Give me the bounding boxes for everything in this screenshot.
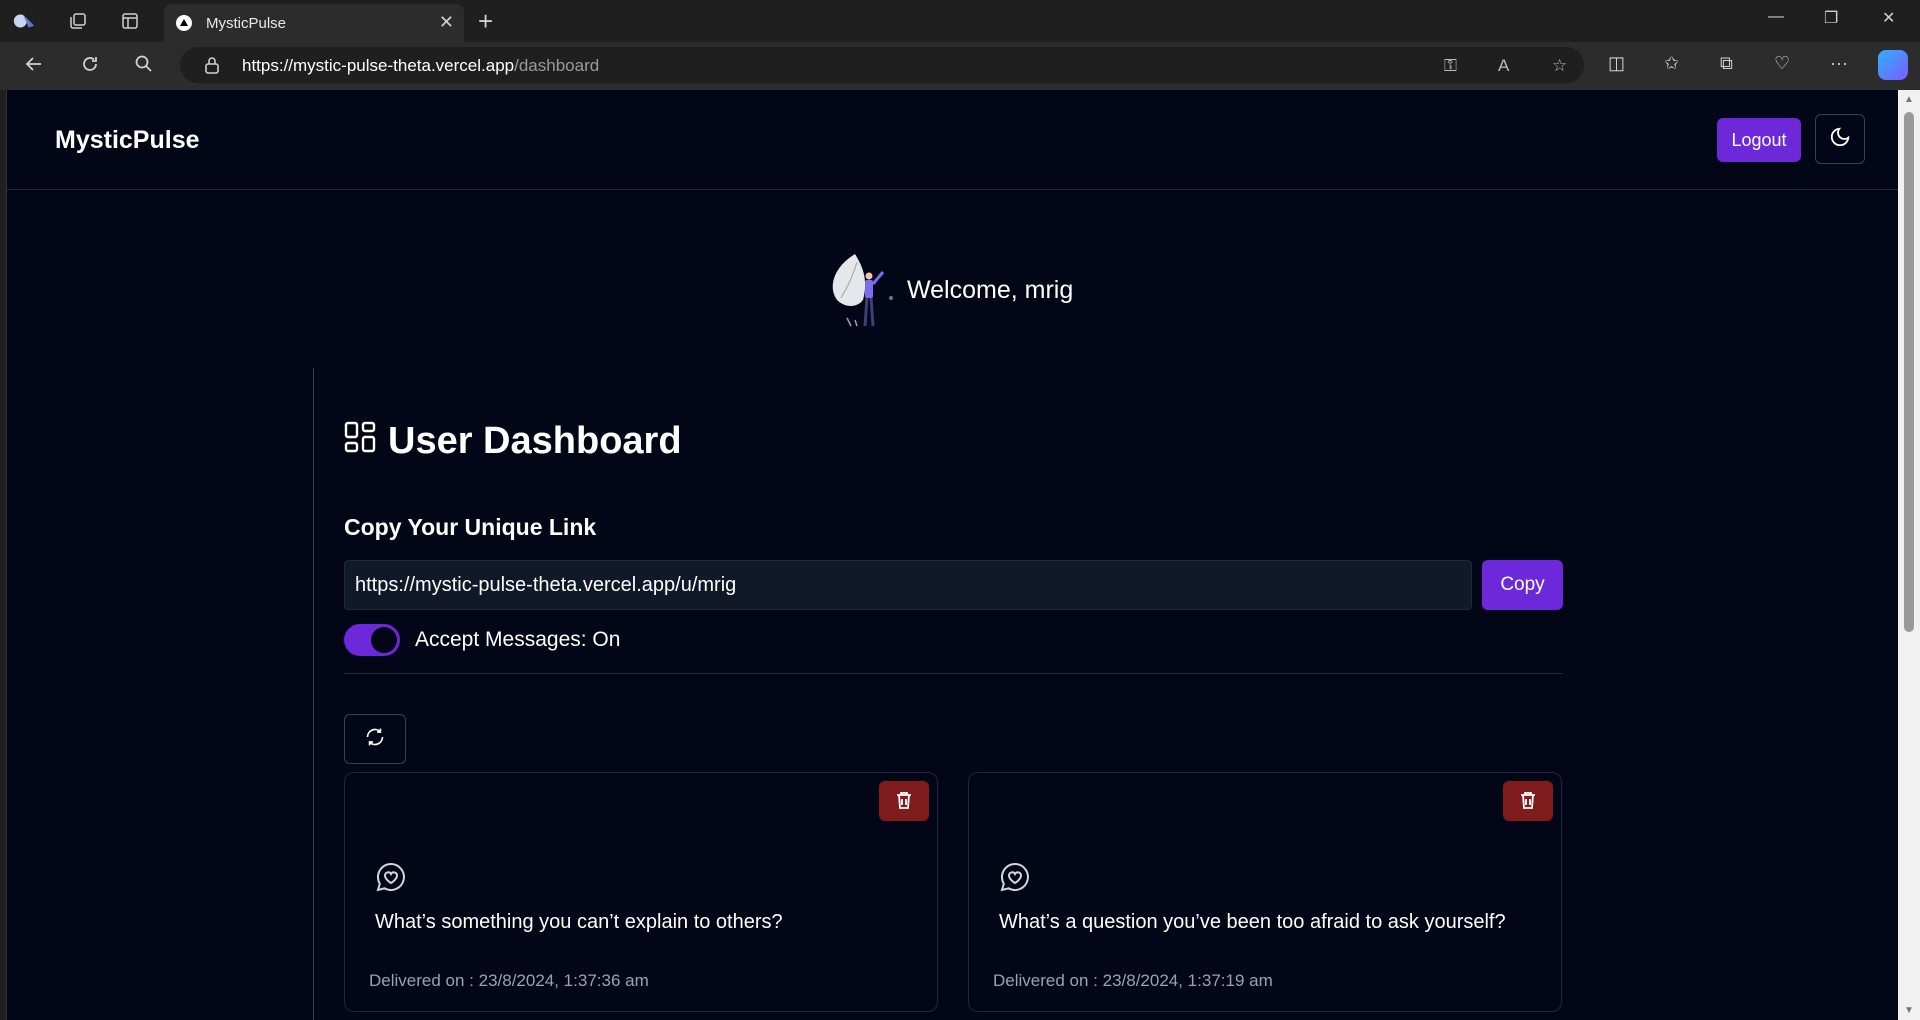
- message-heart-icon: [999, 861, 1031, 898]
- close-window-icon[interactable]: ✕: [1882, 8, 1895, 28]
- message-card: What’s something you can’t explain to ot…: [344, 772, 938, 1012]
- copilot-icon[interactable]: [1878, 50, 1908, 80]
- profile-icon[interactable]: [12, 9, 36, 33]
- logout-button[interactable]: Logout: [1717, 118, 1801, 162]
- accept-messages-switch[interactable]: [344, 624, 400, 656]
- trash-icon: [1519, 790, 1537, 813]
- page-viewport: MysticPulse Logout Welcome, mrig User Da…: [6, 90, 1898, 1020]
- scroll-up-arrow-icon[interactable]: ▲: [1904, 94, 1914, 105]
- delivered-date: Delivered on : 23/8/2024, 1:37:36 am: [369, 971, 649, 990]
- message-text: What’s a question you’ve been too afraid…: [999, 911, 1506, 933]
- brand-logo[interactable]: MysticPulse: [55, 126, 200, 155]
- close-tab-icon[interactable]: ✕: [439, 12, 454, 33]
- lock-icon[interactable]: [204, 56, 220, 78]
- moon-icon: [1829, 126, 1851, 153]
- dashboard-container: User Dashboard Copy Your Unique Link Cop…: [313, 368, 1577, 1020]
- split-screen-icon[interactable]: ◫: [1608, 53, 1625, 74]
- vertical-tabs-icon[interactable]: [118, 9, 142, 33]
- workspaces-icon[interactable]: [66, 9, 90, 33]
- accept-messages-label: Accept Messages: On: [415, 628, 621, 651]
- trash-icon: [895, 790, 913, 813]
- favorites-icon[interactable]: ✩: [1664, 53, 1679, 74]
- delivered-date: Delivered on : 23/8/2024, 1:37:19 am: [993, 971, 1273, 990]
- page-title-text: User Dashboard: [388, 420, 682, 462]
- site-navbar: MysticPulse Logout: [7, 90, 1898, 190]
- browser-tab-bar: MysticPulse ✕ + — ❐ ✕: [0, 0, 1920, 42]
- delete-message-button[interactable]: [879, 781, 929, 821]
- active-tab[interactable]: MysticPulse ✕: [164, 4, 464, 42]
- browser-essentials-icon[interactable]: ♡: [1774, 53, 1790, 74]
- favorite-star-icon[interactable]: ☆: [1552, 56, 1567, 76]
- scroll-down-arrow-icon[interactable]: ▼: [1904, 1005, 1914, 1016]
- message-heart-icon: [375, 861, 407, 898]
- switch-knob: [371, 627, 397, 653]
- message-text: What’s something you can’t explain to ot…: [375, 911, 783, 933]
- reload-icon[interactable]: [80, 54, 100, 80]
- search-icon[interactable]: [134, 54, 154, 80]
- welcome-text: Welcome, mrig: [907, 276, 1074, 304]
- read-aloud-icon[interactable]: A: [1498, 56, 1509, 76]
- page-scrollbar[interactable]: ▲ ▼: [1898, 90, 1920, 1020]
- more-menu-icon[interactable]: ···: [1830, 53, 1848, 74]
- divider: [344, 673, 1563, 674]
- url-text: https://mystic-pulse-theta.vercel.app/da…: [242, 56, 600, 75]
- dashboard-grid-icon: [344, 420, 376, 463]
- unique-link-input[interactable]: [344, 560, 1472, 610]
- delete-message-button[interactable]: [1503, 781, 1553, 821]
- refresh-button[interactable]: [344, 714, 406, 764]
- collections-icon[interactable]: ⧉: [1720, 53, 1733, 74]
- vercel-favicon-icon: [176, 15, 192, 31]
- welcome-illustration: [832, 254, 893, 327]
- url-field[interactable]: https://mystic-pulse-theta.vercel.app/da…: [180, 47, 1584, 83]
- address-bar-row: https://mystic-pulse-theta.vercel.app/da…: [0, 42, 1920, 90]
- page-title: User Dashboard: [344, 420, 682, 463]
- new-tab-icon[interactable]: +: [478, 6, 493, 37]
- minimize-icon[interactable]: —: [1768, 8, 1784, 26]
- restore-icon[interactable]: ❐: [1824, 8, 1838, 28]
- theme-toggle-button[interactable]: [1815, 114, 1865, 164]
- scrollbar-thumb[interactable]: [1904, 112, 1914, 632]
- message-card: What’s a question you’ve been too afraid…: [968, 772, 1562, 1012]
- refresh-icon: [365, 727, 385, 752]
- copy-button[interactable]: Copy: [1482, 560, 1563, 610]
- back-icon[interactable]: [24, 54, 44, 80]
- tab-title: MysticPulse: [206, 15, 287, 32]
- key-icon[interactable]: ⚿: [1444, 56, 1457, 76]
- unique-link-label: Copy Your Unique Link: [344, 514, 597, 540]
